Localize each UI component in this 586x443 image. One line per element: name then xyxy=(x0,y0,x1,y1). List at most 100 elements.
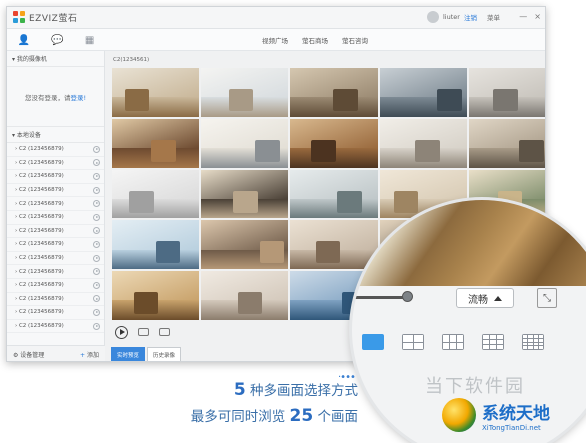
device-item[interactable]: › C2 (123456879) xyxy=(7,184,104,198)
play-device-icon[interactable] xyxy=(93,227,100,235)
play-device-icon[interactable] xyxy=(93,145,100,153)
play-device-icon[interactable] xyxy=(93,172,100,180)
device-label: › C2 (123456879) xyxy=(15,323,64,330)
person-icon[interactable]: 👤 xyxy=(18,35,30,46)
layout-selector xyxy=(362,334,544,350)
video-cell[interactable] xyxy=(201,220,289,270)
layout-1-icon[interactable] xyxy=(362,334,384,350)
device-item[interactable]: › C2 (123456879) xyxy=(7,320,104,334)
play-icon[interactable] xyxy=(115,325,128,339)
video-subject xyxy=(333,89,358,111)
caption-line-2: 最多可同时浏览 25 个画面 xyxy=(153,405,358,426)
snapshot-icon[interactable] xyxy=(138,328,149,336)
play-device-icon[interactable] xyxy=(93,186,100,194)
nav-store[interactable]: 萤石商场 xyxy=(302,35,328,45)
layout-9-icon[interactable] xyxy=(482,334,504,350)
device-item[interactable]: › C2 (123456879) xyxy=(7,293,104,307)
video-cell[interactable] xyxy=(112,271,200,320)
watermark-brand: 系统天地 XiTongTianDi.net xyxy=(442,398,550,432)
my-cameras-header[interactable]: ▾ 我的摄像机 xyxy=(7,51,104,67)
quality-select[interactable]: 流畅 xyxy=(456,288,514,308)
caption-text-2b: 个画面 xyxy=(313,409,358,425)
play-device-icon[interactable] xyxy=(93,159,100,167)
logout-link[interactable]: 注销 xyxy=(464,12,477,22)
nav-video-square[interactable]: 视频广场 xyxy=(262,35,288,45)
video-subject xyxy=(255,139,280,162)
watermark-url: XiTongTianDi.net xyxy=(482,423,541,432)
video-cell[interactable] xyxy=(468,68,545,117)
add-device-button[interactable]: + 添加 xyxy=(80,350,99,359)
window-controls: — × xyxy=(519,12,541,21)
view-tabs: 实时预览 历史录像 xyxy=(111,347,182,361)
caption-number-5: 5 xyxy=(233,380,246,400)
chat-icon[interactable]: 💬 xyxy=(51,35,63,46)
video-cell[interactable] xyxy=(112,220,200,270)
nav-news[interactable]: 萤石咨询 xyxy=(342,35,368,45)
caret-up-icon xyxy=(494,295,502,301)
video-cell[interactable] xyxy=(201,118,289,168)
device-item[interactable]: › C2 (123456879) xyxy=(7,265,104,279)
close-button[interactable]: × xyxy=(534,12,541,21)
device-item[interactable]: › C2 (123456879) xyxy=(7,197,104,211)
avatar[interactable] xyxy=(427,11,439,23)
fullscreen-icon[interactable]: ⤡ xyxy=(537,288,557,308)
layout-6-icon[interactable] xyxy=(442,334,464,350)
local-devices-header[interactable]: ▾ 本地设备 xyxy=(7,127,104,143)
play-device-icon[interactable] xyxy=(93,240,100,248)
device-label: › C2 (123456879) xyxy=(15,241,64,248)
device-item[interactable]: › C2 (123456879) xyxy=(7,143,104,157)
play-device-icon[interactable] xyxy=(93,200,100,208)
device-item[interactable]: › C2 (123456879) xyxy=(7,306,104,320)
device-manage-button[interactable]: ⚙ 设备管理 xyxy=(13,350,44,359)
device-label: › C2 (123456879) xyxy=(15,309,64,316)
logo-mark-icon xyxy=(13,11,26,24)
device-label: › C2 (123456879) xyxy=(15,146,64,153)
device-label: › C2 (123456879) xyxy=(15,173,64,180)
video-subject xyxy=(125,89,150,111)
play-device-icon[interactable] xyxy=(93,268,100,276)
device-item[interactable]: › C2 (123456879) xyxy=(7,170,104,184)
tab-history[interactable]: 历史录像 xyxy=(147,347,182,361)
login-link[interactable]: 登录! xyxy=(70,92,86,102)
play-device-icon[interactable] xyxy=(93,213,100,221)
video-subject xyxy=(155,241,180,264)
play-device-icon[interactable] xyxy=(93,308,100,316)
tab-live[interactable]: 实时预览 xyxy=(111,347,146,361)
video-cell[interactable] xyxy=(201,68,289,117)
video-cell[interactable] xyxy=(112,169,200,219)
grid-icon[interactable]: ▦ xyxy=(85,35,94,46)
device-item[interactable]: › C2 (123456879) xyxy=(7,238,104,252)
play-device-icon[interactable] xyxy=(93,254,100,262)
video-cell[interactable] xyxy=(201,169,289,219)
login-prompt: 您没有登录，请 登录! xyxy=(7,67,104,127)
play-device-icon[interactable] xyxy=(93,322,100,330)
device-item[interactable]: › C2 (123456879) xyxy=(7,225,104,239)
device-label: › C2 (123456879) xyxy=(15,187,64,194)
video-subject xyxy=(133,292,159,315)
video-subject xyxy=(237,292,263,315)
device-item[interactable]: › C2 (123456879) xyxy=(7,279,104,293)
video-cell[interactable] xyxy=(290,68,378,117)
device-item[interactable]: › C2 (123456879) xyxy=(7,157,104,171)
video-cell[interactable] xyxy=(379,68,467,117)
device-label: › C2 (123456879) xyxy=(15,268,64,275)
video-cell[interactable] xyxy=(112,68,200,117)
layout-4-icon[interactable] xyxy=(402,334,424,350)
video-cell[interactable] xyxy=(201,271,289,320)
device-item[interactable]: › C2 (123456879) xyxy=(7,252,104,266)
video-cell[interactable] xyxy=(112,118,200,168)
video-cell[interactable] xyxy=(290,118,378,168)
volume-slider-knob[interactable] xyxy=(402,291,413,302)
play-device-icon[interactable] xyxy=(93,281,100,289)
layout-16-icon[interactable] xyxy=(522,334,544,350)
video-subject xyxy=(493,89,518,111)
device-item[interactable]: › C2 (123456879) xyxy=(7,211,104,225)
video-cell[interactable] xyxy=(379,118,467,168)
play-device-icon[interactable] xyxy=(93,295,100,303)
record-icon[interactable] xyxy=(159,328,170,336)
video-cell[interactable] xyxy=(468,118,545,168)
menu-button[interactable]: 菜单 xyxy=(487,12,500,22)
zoomed-video xyxy=(352,200,586,286)
video-scene-top xyxy=(379,169,467,199)
minimize-button[interactable]: — xyxy=(519,12,527,21)
